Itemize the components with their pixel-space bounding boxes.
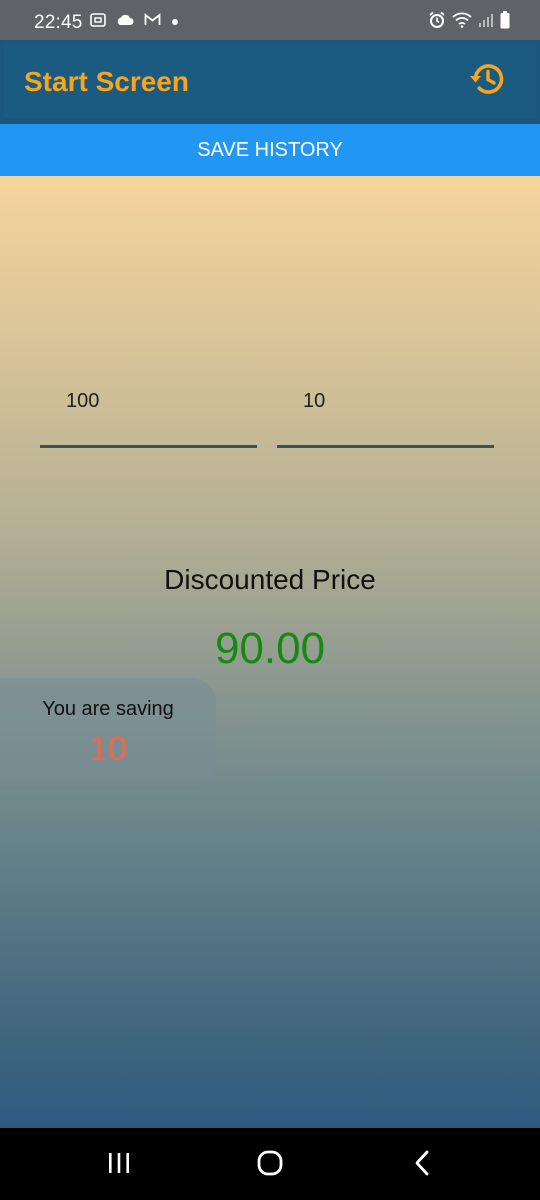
discount-field[interactable] [277,386,494,448]
save-history-button[interactable]: SAVE HISTORY [0,124,540,176]
status-bar: 22:45 [0,0,540,40]
back-button[interactable] [402,1150,442,1180]
page-title: Start Screen [24,66,189,97]
system-nav-bar [0,1128,540,1200]
home-button[interactable] [250,1150,290,1180]
discounted-price-value: 90.00 [214,624,326,673]
status-time: 22:45 [34,12,83,33]
discounted-price-label: Discounted Price [164,564,376,595]
back-icon [412,1149,432,1182]
saving-value: 10 [89,730,127,768]
alarm-icon [428,11,446,34]
gmail-icon [144,13,161,31]
screenshot-icon [90,12,106,32]
status-right-icons [428,10,510,34]
home-icon [256,1149,284,1182]
dot-icon [171,13,179,31]
recents-icon [106,1151,132,1180]
saving-label: You are saving [42,698,174,720]
price-input[interactable] [40,386,257,445]
recents-button[interactable] [99,1150,139,1180]
app-bar: Start Screen [0,40,540,124]
history-button[interactable] [466,60,508,102]
history-icon [467,59,507,104]
signal-icon [478,12,494,33]
wifi-icon [452,12,472,33]
status-left-icons [90,12,179,32]
cloud-icon [116,13,134,31]
battery-icon [500,10,510,34]
saving-card: You are saving 10 [0,678,216,786]
discount-input[interactable] [277,386,494,445]
price-field[interactable] [40,386,257,448]
